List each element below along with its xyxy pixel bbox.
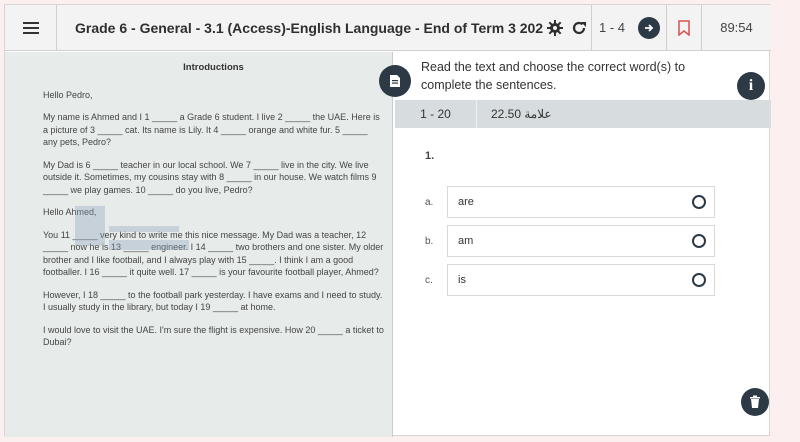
- option-text: am: [458, 235, 474, 247]
- question-bar: 1 - 20 22.50 علامة: [395, 100, 771, 128]
- exam-window: Grade 6 - General - 3.1 (Access)-English…: [4, 4, 771, 437]
- option-text: is: [458, 274, 466, 286]
- bookmark-button[interactable]: [667, 5, 701, 51]
- settings-button[interactable]: [543, 5, 567, 51]
- gear-icon: [547, 19, 563, 36]
- exam-title: Grade 6 - General - 3.1 (Access)-English…: [75, 19, 543, 36]
- bookmark-icon: [678, 19, 690, 36]
- passage-paragraph: I would love to visit the UAE. I'm sure …: [43, 324, 384, 348]
- passage-greeting: Hello Pedro,: [43, 89, 93, 100]
- option-box[interactable]: are: [447, 186, 715, 218]
- refresh-icon: [572, 21, 586, 34]
- trash-icon: [750, 395, 760, 408]
- refresh-button[interactable]: [567, 5, 591, 51]
- menu-icon: [22, 21, 39, 34]
- question-points: 22.50 علامة: [491, 107, 552, 121]
- passage-paragraph: However, I 18 _____ to the football park…: [43, 289, 383, 313]
- top-bar: Grade 6 - General - 3.1 (Access)-English…: [5, 4, 771, 51]
- watermark-logo: [75, 206, 189, 250]
- radio-button[interactable]: [692, 273, 706, 287]
- exam-timer: 89:54: [720, 20, 753, 35]
- menu-button[interactable]: [5, 4, 57, 51]
- question-group-range: 1 - 20: [395, 100, 477, 128]
- passage-paragraph: My name is Ahmed and I 1 _____ a Grade 6…: [43, 112, 380, 147]
- question-instruction: Read the text and choose the correct wor…: [421, 60, 686, 92]
- option-box[interactable]: am: [447, 225, 715, 257]
- question-range: 1 - 4: [598, 20, 625, 35]
- passage-paragraph: My Dad is 6 _____ teacher in our local s…: [43, 159, 377, 195]
- option-letter: b.: [425, 235, 434, 247]
- radio-button[interactable]: [692, 195, 706, 209]
- answer-option-b[interactable]: b. am: [425, 225, 715, 257]
- passage-heading: Introductions: [183, 62, 244, 73]
- arrow-right-icon: [645, 23, 654, 32]
- answer-option-a[interactable]: a. are: [425, 186, 715, 218]
- question-panel: Read the text and choose the correct wor…: [395, 52, 771, 437]
- next-question-button[interactable]: [638, 16, 660, 39]
- question-number: 1.: [425, 150, 435, 162]
- radio-button[interactable]: [692, 234, 706, 248]
- info-icon: i: [748, 77, 754, 94]
- option-text: are: [458, 196, 474, 208]
- option-letter: c.: [425, 274, 433, 286]
- answer-option-c[interactable]: c. is: [425, 264, 715, 296]
- option-box[interactable]: is: [447, 264, 715, 296]
- reading-passage[interactable]: Introductions Hello Pedro, My name is Ah…: [5, 52, 393, 437]
- option-letter: a.: [425, 196, 434, 208]
- clear-answer-button[interactable]: [741, 388, 769, 416]
- info-button[interactable]: i: [737, 72, 765, 100]
